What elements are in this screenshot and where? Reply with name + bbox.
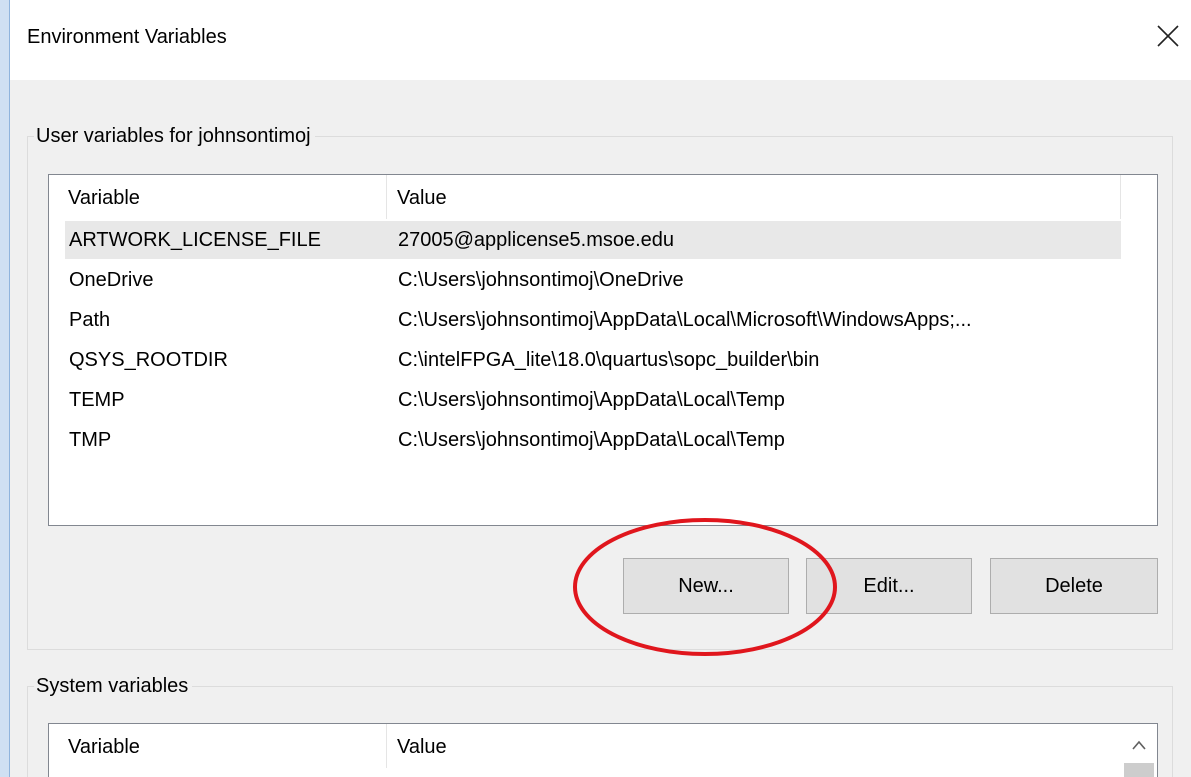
row-variable-name: TEMP xyxy=(69,389,125,411)
row-variable-name: ARTWORK_LICENSE_FILE xyxy=(69,229,321,251)
user-variables-legend: User variables for johnsontimoj xyxy=(34,125,315,148)
edit-button-label: Edit... xyxy=(863,575,915,597)
system-variables-list[interactable]: Variable Value xyxy=(48,723,1158,777)
user-variables-legend-text: User variables for johnsontimoj xyxy=(36,125,311,147)
system-variables-legend-text: System variables xyxy=(36,675,189,697)
column-divider[interactable] xyxy=(386,724,387,768)
table-row[interactable]: TMP C:\Users\johnsontimoj\AppData\Local\T… xyxy=(65,421,1121,459)
row-variable-name: QSYS_ROOTDIR xyxy=(69,349,228,371)
row-variable-name: Path xyxy=(69,309,111,331)
table-row[interactable]: QSYS_ROOTDIR C:\intelFPGA_lite\18.0\quart… xyxy=(65,341,1121,379)
table-row[interactable]: TEMP C:\Users\johnsontimoj\AppData\Local\… xyxy=(65,381,1121,419)
delete-button-label: Delete xyxy=(1045,575,1103,597)
table-row[interactable]: OneDrive C:\Users\johnsontimoj\OneDrive xyxy=(65,261,1121,299)
close-button[interactable] xyxy=(1145,14,1191,60)
row-variable-value: C:\Users\johnsontimoj\AppData\Local\Temp xyxy=(398,429,785,451)
row-variable-value: C:\Users\johnsontimoj\AppData\Local\Temp xyxy=(398,389,785,411)
new-button-label: New... xyxy=(678,575,734,597)
column-header-value[interactable]: Value xyxy=(397,187,447,210)
chevron-up-icon xyxy=(1132,740,1146,750)
scrollbar-thumb[interactable] xyxy=(1124,763,1154,777)
row-variable-name: OneDrive xyxy=(69,269,154,291)
row-variable-value: 27005@applicense5.msoe.edu xyxy=(398,229,675,251)
column-divider[interactable] xyxy=(386,175,387,219)
title-bar: Environment Variables xyxy=(10,0,1191,81)
delete-button[interactable]: Delete xyxy=(990,558,1158,614)
table-row[interactable]: Path C:\Users\johnsontimoj\AppData\Local\… xyxy=(65,301,1121,339)
row-variable-value: C:\Users\johnsontimoj\AppData\Local\Micr… xyxy=(398,309,972,331)
column-divider[interactable] xyxy=(1120,175,1121,219)
edit-button[interactable]: Edit... xyxy=(806,558,972,614)
system-variables-legend: System variables xyxy=(34,675,192,698)
window-title: Environment Variables xyxy=(27,26,227,48)
new-button[interactable]: New... xyxy=(623,558,789,614)
close-icon xyxy=(1157,25,1179,47)
column-header-value[interactable]: Value xyxy=(397,736,447,759)
user-variables-list[interactable]: Variable Value ARTWORK_LICENSE_FILE 27005… xyxy=(48,174,1158,526)
row-variable-name: TMP xyxy=(69,429,112,451)
column-header-variable[interactable]: Variable xyxy=(68,736,140,759)
table-row[interactable]: ARTWORK_LICENSE_FILE 27005@applicense5.ms… xyxy=(65,221,1121,259)
row-variable-value: C:\intelFPGA_lite\18.0\quartus\sopc_buil… xyxy=(398,349,820,371)
column-header-variable[interactable]: Variable xyxy=(68,187,140,210)
list-header: Variable Value xyxy=(49,175,1157,221)
row-variable-value: C:\Users\johnsontimoj\OneDrive xyxy=(398,269,684,291)
list-header: Variable Value xyxy=(49,724,1157,770)
scrollbar-up-button[interactable] xyxy=(1124,727,1154,763)
